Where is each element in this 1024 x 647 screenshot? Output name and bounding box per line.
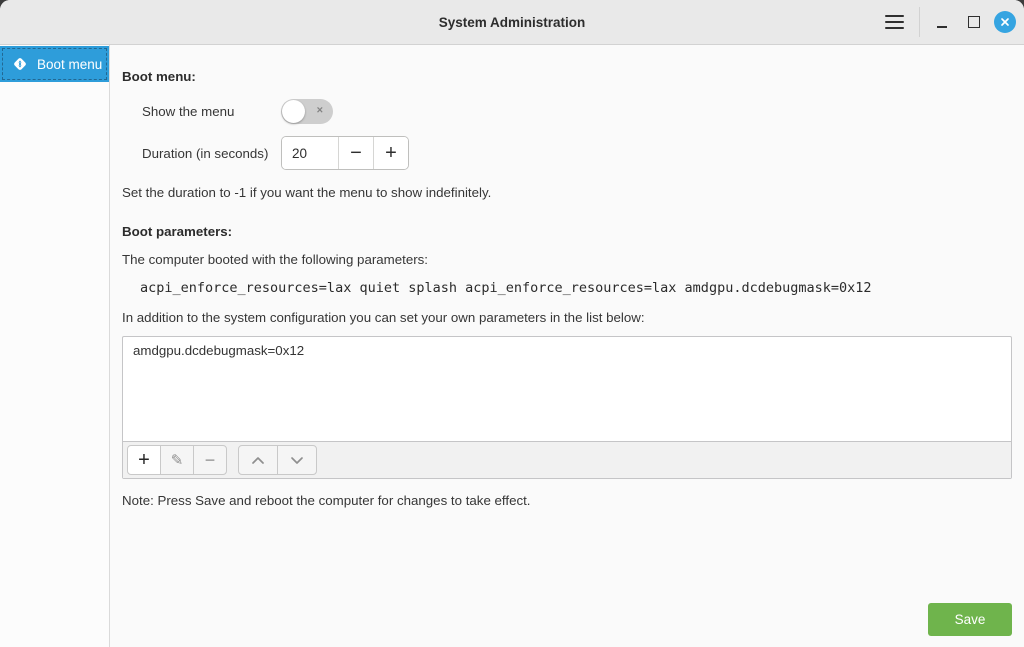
minus-icon: − bbox=[350, 143, 362, 163]
window-title: System Administration bbox=[439, 15, 586, 30]
parameters-list-frame: amdgpu.dcdebugmask=0x12 + ✎ − bbox=[122, 336, 1012, 479]
duration-input[interactable] bbox=[282, 137, 338, 169]
duration-hint: Set the duration to -1 if you want the m… bbox=[122, 185, 1012, 200]
save-button[interactable]: Save bbox=[928, 603, 1012, 636]
close-icon bbox=[1000, 17, 1010, 27]
add-icon: + bbox=[138, 450, 150, 470]
move-button-group bbox=[238, 445, 317, 475]
save-note: Note: Press Save and reboot the computer… bbox=[122, 493, 1012, 508]
booted-with-label: The computer booted with the following p… bbox=[122, 252, 1012, 267]
duration-row: Duration (in seconds) − + bbox=[142, 136, 1012, 170]
move-up-button[interactable] bbox=[238, 445, 278, 475]
plus-icon: + bbox=[385, 143, 397, 163]
edit-icon: ✎ bbox=[171, 453, 184, 468]
sidebar-item-boot-menu[interactable]: Boot menu bbox=[0, 46, 109, 82]
remove-icon: − bbox=[205, 451, 216, 469]
minimize-button[interactable] bbox=[929, 9, 955, 35]
show-menu-label: Show the menu bbox=[142, 104, 281, 119]
boot-parameters-heading: Boot parameters: bbox=[122, 224, 1012, 239]
titlebar-controls bbox=[879, 0, 1016, 44]
system-administration-window: System Administration bbox=[0, 0, 1024, 647]
minimize-icon bbox=[937, 26, 947, 28]
hamburger-icon bbox=[885, 15, 904, 17]
sidebar: Boot menu bbox=[0, 45, 110, 647]
chevron-up-icon bbox=[251, 456, 265, 465]
booted-parameters-value: acpi_enforce_resources=lax quiet splash … bbox=[140, 280, 1012, 296]
show-menu-toggle[interactable]: × bbox=[281, 99, 333, 124]
hamburger-menu-button[interactable] bbox=[879, 7, 909, 37]
parameters-list[interactable]: amdgpu.dcdebugmask=0x12 bbox=[123, 337, 1011, 441]
boot-menu-heading: Boot menu: bbox=[122, 69, 1012, 84]
duration-decrement-button[interactable]: − bbox=[338, 137, 373, 169]
chevron-down-icon bbox=[290, 456, 304, 465]
show-menu-row: Show the menu × bbox=[142, 98, 1012, 124]
edit-button-group: + ✎ − bbox=[127, 445, 227, 475]
close-button[interactable] bbox=[994, 11, 1016, 33]
edit-parameter-button[interactable]: ✎ bbox=[160, 445, 194, 475]
parameter-list-item[interactable]: amdgpu.dcdebugmask=0x12 bbox=[123, 337, 1011, 364]
maximize-icon bbox=[968, 16, 980, 28]
sidebar-item-label: Boot menu bbox=[37, 57, 102, 72]
titlebar-separator bbox=[919, 7, 920, 37]
main-content: Boot menu: Show the menu × Duration (in … bbox=[110, 45, 1024, 647]
add-parameter-button[interactable]: + bbox=[127, 445, 161, 475]
boot-menu-icon bbox=[11, 55, 29, 73]
duration-increment-button[interactable]: + bbox=[373, 137, 408, 169]
toggle-knob bbox=[282, 100, 305, 123]
move-down-button[interactable] bbox=[277, 445, 317, 475]
parameters-toolbar: + ✎ − bbox=[123, 441, 1011, 478]
maximize-button[interactable] bbox=[961, 9, 987, 35]
duration-label: Duration (in seconds) bbox=[142, 146, 281, 161]
own-parameters-label: In addition to the system configuration … bbox=[122, 310, 1012, 325]
titlebar: System Administration bbox=[0, 0, 1024, 45]
toggle-off-mark: × bbox=[317, 105, 323, 116]
remove-parameter-button[interactable]: − bbox=[193, 445, 227, 475]
duration-spinbox: − + bbox=[281, 136, 409, 170]
